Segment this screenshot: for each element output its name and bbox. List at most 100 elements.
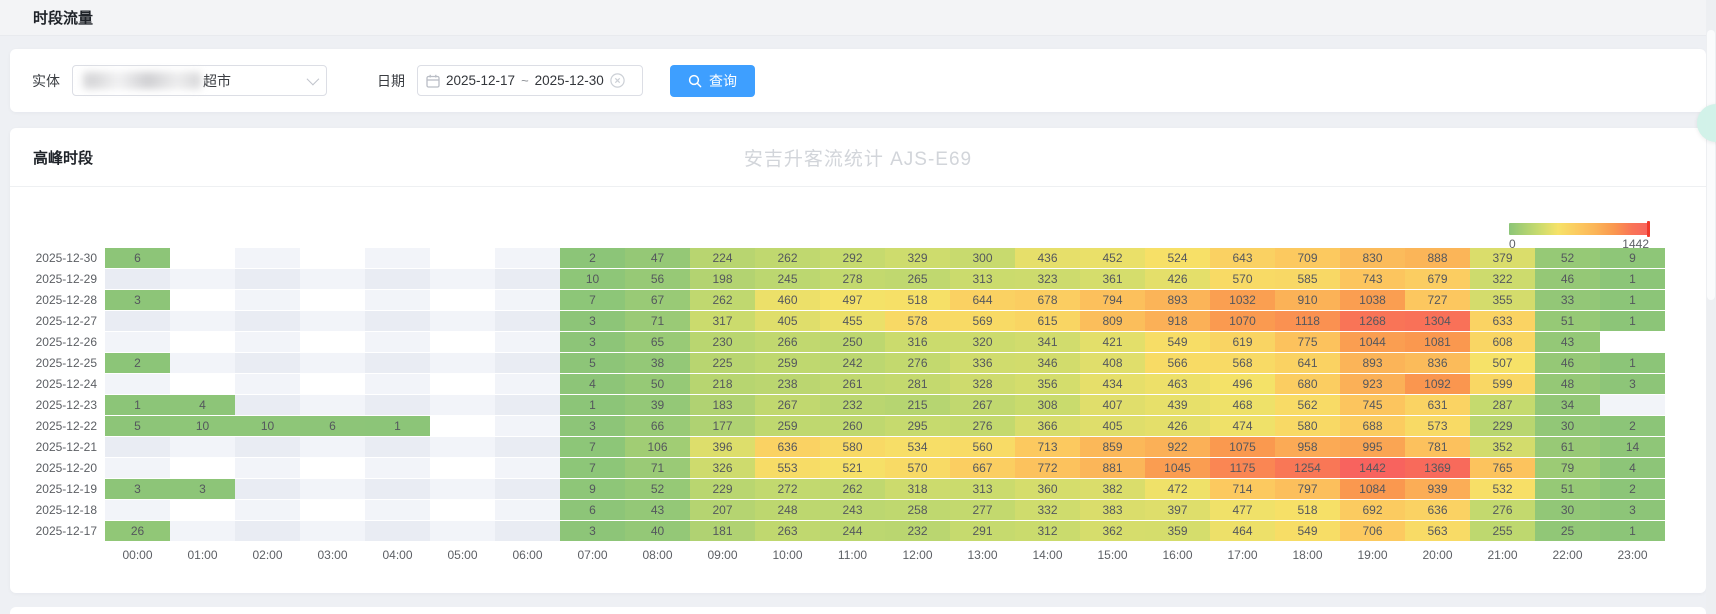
heatmap-cell[interactable]: 553 (755, 458, 820, 478)
heatmap-cell[interactable]: 3 (560, 311, 625, 331)
heatmap-cell[interactable] (235, 521, 300, 541)
heatmap-cell[interactable]: 266 (755, 332, 820, 352)
heatmap-cell[interactable]: 568 (1210, 353, 1275, 373)
heatmap-cell[interactable] (1600, 332, 1665, 352)
heatmap-cell[interactable] (365, 269, 430, 289)
heatmap-cell[interactable]: 636 (755, 437, 820, 457)
heatmap-cell[interactable]: 332 (1015, 500, 1080, 520)
heatmap-cell[interactable]: 923 (1340, 374, 1405, 394)
heatmap-cell[interactable] (365, 500, 430, 520)
heatmap-cell[interactable]: 5 (560, 353, 625, 373)
heatmap-cell[interactable]: 46 (1535, 353, 1600, 373)
heatmap-cell[interactable]: 692 (1340, 500, 1405, 520)
heatmap-cell[interactable]: 3 (105, 290, 170, 310)
heatmap-cell[interactable]: 958 (1275, 437, 1340, 457)
heatmap-cell[interactable] (235, 500, 300, 520)
heatmap-cell[interactable]: 463 (1145, 374, 1210, 394)
heatmap-cell[interactable]: 320 (950, 332, 1015, 352)
heatmap-cell[interactable] (300, 374, 365, 394)
heatmap-cell[interactable]: 355 (1470, 290, 1535, 310)
heatmap-cell[interactable] (430, 269, 495, 289)
heatmap-cell[interactable]: 405 (755, 311, 820, 331)
heatmap-cell[interactable]: 267 (755, 395, 820, 415)
heatmap-cell[interactable] (300, 269, 365, 289)
heatmap-cell[interactable]: 434 (1080, 374, 1145, 394)
heatmap-cell[interactable]: 71 (625, 311, 690, 331)
heatmap-cell[interactable]: 549 (1275, 521, 1340, 541)
heatmap-cell[interactable]: 472 (1145, 479, 1210, 499)
heatmap-cell[interactable]: 2 (560, 248, 625, 268)
heatmap-cell[interactable]: 496 (1210, 374, 1275, 394)
heatmap-cell[interactable] (170, 290, 235, 310)
heatmap-cell[interactable] (430, 395, 495, 415)
heatmap-cell[interactable] (105, 269, 170, 289)
scrollbar-thumb[interactable] (1707, 30, 1715, 300)
heatmap-cell[interactable]: 261 (820, 374, 885, 394)
heatmap-cell[interactable]: 809 (1080, 311, 1145, 331)
heatmap-cell[interactable]: 772 (1015, 458, 1080, 478)
heatmap-cell[interactable] (105, 437, 170, 457)
heatmap-cell[interactable]: 262 (755, 248, 820, 268)
heatmap-cell[interactable] (170, 458, 235, 478)
heatmap-cell[interactable]: 532 (1470, 479, 1535, 499)
clear-circle-icon[interactable] (610, 73, 625, 88)
heatmap-cell[interactable]: 521 (820, 458, 885, 478)
heatmap-cell[interactable]: 10 (560, 269, 625, 289)
heatmap-cell[interactable]: 52 (625, 479, 690, 499)
heatmap-cell[interactable] (495, 437, 560, 457)
heatmap-cell[interactable] (170, 374, 235, 394)
heatmap-cell[interactable]: 346 (1015, 353, 1080, 373)
heatmap-cell[interactable] (430, 248, 495, 268)
heatmap-cell[interactable]: 7 (560, 458, 625, 478)
heatmap-cell[interactable]: 468 (1210, 395, 1275, 415)
heatmap-cell[interactable]: 295 (885, 416, 950, 436)
heatmap-cell[interactable] (170, 269, 235, 289)
heatmap-cell[interactable] (235, 437, 300, 457)
heatmap-cell[interactable]: 566 (1145, 353, 1210, 373)
heatmap-cell[interactable]: 534 (885, 437, 950, 457)
heatmap-cell[interactable]: 316 (885, 332, 950, 352)
heatmap-cell[interactable]: 580 (820, 437, 885, 457)
heatmap-cell[interactable]: 3 (105, 479, 170, 499)
heatmap-cell[interactable] (495, 479, 560, 499)
heatmap-cell[interactable]: 775 (1275, 332, 1340, 352)
heatmap-cell[interactable] (235, 458, 300, 478)
heatmap-cell[interactable]: 336 (950, 353, 1015, 373)
heatmap-cell[interactable]: 727 (1405, 290, 1470, 310)
heatmap-cell[interactable]: 198 (690, 269, 755, 289)
heatmap-cell[interactable] (365, 458, 430, 478)
heatmap-cell[interactable]: 51 (1535, 311, 1600, 331)
heatmap-cell[interactable]: 43 (1535, 332, 1600, 352)
heatmap-cell[interactable]: 232 (885, 521, 950, 541)
heatmap-cell[interactable] (365, 248, 430, 268)
date-end-value[interactable]: 2025-12-30 (535, 73, 604, 88)
heatmap-cell[interactable]: 207 (690, 500, 755, 520)
heatmap-cell[interactable] (365, 521, 430, 541)
heatmap-cell[interactable] (170, 248, 235, 268)
heatmap-cell[interactable]: 287 (1470, 395, 1535, 415)
heatmap-cell[interactable] (365, 374, 430, 394)
heatmap-cell[interactable]: 67 (625, 290, 690, 310)
heatmap-cell[interactable]: 678 (1015, 290, 1080, 310)
heatmap-cell[interactable]: 9 (1600, 248, 1665, 268)
heatmap-cell[interactable]: 262 (690, 290, 755, 310)
heatmap-cell[interactable]: 1045 (1145, 458, 1210, 478)
heatmap-cell[interactable]: 667 (950, 458, 1015, 478)
heatmap-cell[interactable]: 52 (1535, 248, 1600, 268)
heatmap-cell[interactable]: 47 (625, 248, 690, 268)
heatmap-cell[interactable]: 643 (1210, 248, 1275, 268)
heatmap-cell[interactable] (300, 479, 365, 499)
heatmap-cell[interactable]: 328 (950, 374, 1015, 394)
heatmap-cell[interactable]: 408 (1080, 353, 1145, 373)
heatmap-cell[interactable]: 679 (1405, 269, 1470, 289)
heatmap-cell[interactable]: 259 (755, 416, 820, 436)
heatmap-cell[interactable]: 2 (1600, 416, 1665, 436)
date-start-value[interactable]: 2025-12-17 (446, 73, 515, 88)
heatmap-cell[interactable]: 560 (950, 437, 1015, 457)
heatmap-cell[interactable]: 549 (1145, 332, 1210, 352)
heatmap-cell[interactable]: 578 (885, 311, 950, 331)
heatmap-cell[interactable]: 362 (1080, 521, 1145, 541)
heatmap-cell[interactable]: 680 (1275, 374, 1340, 394)
heatmap-cell[interactable] (495, 248, 560, 268)
heatmap-cell[interactable]: 995 (1340, 437, 1405, 457)
